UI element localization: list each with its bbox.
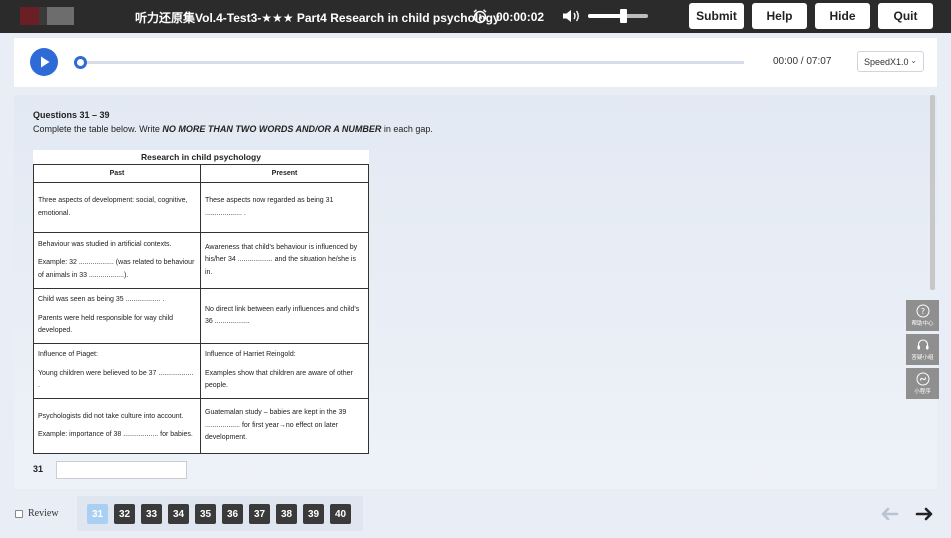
mini-program-button[interactable]: 小程序 — [906, 368, 939, 399]
volume-slider[interactable] — [588, 14, 648, 18]
question-nav-31[interactable]: 31 — [87, 504, 108, 524]
question-heading: Questions 31 – 39 — [33, 110, 110, 120]
audio-seek-handle[interactable] — [74, 56, 87, 69]
review-checkbox[interactable] — [15, 510, 23, 518]
table-title: Research in child psychology — [141, 152, 261, 162]
table-cell-past: Influence of Piaget: Young children were … — [33, 343, 201, 399]
bottom-bar: Review 31 32 33 34 35 36 37 38 39 40 — [0, 491, 951, 538]
top-bar: 听力还原集Vol.4-Test3-★★★ Part4 Research in c… — [0, 0, 951, 33]
table-cell-present: Influence of Harriet Reingold: Examples s… — [200, 343, 369, 399]
question-nav-40[interactable]: 40 — [330, 504, 351, 524]
previous-arrow-icon[interactable] — [878, 502, 902, 526]
svg-text:?: ? — [920, 307, 924, 316]
volume-slider-handle[interactable] — [620, 9, 627, 23]
question-icon: ? — [916, 304, 929, 318]
question-nav-34[interactable]: 34 — [168, 504, 189, 524]
quit-button[interactable]: Quit — [878, 3, 933, 29]
speed-value: SpeedX1.0 — [864, 57, 909, 67]
logo — [20, 7, 74, 25]
play-icon — [41, 56, 50, 68]
table-cell-present: Awareness that child's behaviour is infl… — [200, 232, 369, 289]
question-nav-39[interactable]: 39 — [303, 504, 324, 524]
submit-button[interactable]: Submit — [689, 3, 744, 29]
audio-player: 00:00 / 07:07 SpeedX1.0 ⌄ — [14, 38, 937, 87]
question-nav-37[interactable]: 37 — [249, 504, 270, 524]
answer-label: 31 — [33, 464, 44, 474]
help-center-button[interactable]: ? 帮助中心 — [906, 300, 939, 331]
chevron-down-icon: ⌄ — [910, 56, 917, 65]
audio-seek-bar[interactable] — [80, 61, 744, 64]
hide-button[interactable]: Hide — [815, 3, 870, 29]
question-nav-35[interactable]: 35 — [195, 504, 216, 524]
table-cell-present: These aspects now regarded as being 31 .… — [200, 182, 369, 233]
answer-input-31[interactable] — [56, 461, 187, 479]
support-group-button[interactable]: 答疑小组 — [906, 334, 939, 365]
help-button[interactable]: Help — [752, 3, 807, 29]
table-row: Influence of Piaget: Young children were … — [33, 343, 369, 399]
mini-program-icon — [916, 372, 929, 386]
question-nav-32[interactable]: 32 — [114, 504, 135, 524]
table-row: Three aspects of development: social, co… — [33, 182, 369, 233]
next-arrow-icon[interactable] — [912, 502, 936, 526]
volume-icon[interactable] — [561, 8, 581, 24]
table-cell-past: Three aspects of development: social, co… — [33, 182, 201, 233]
question-nav-36[interactable]: 36 — [222, 504, 243, 524]
audio-time: 00:00 / 07:07 — [773, 56, 832, 67]
question-nav-38[interactable]: 38 — [276, 504, 297, 524]
speed-select[interactable]: SpeedX1.0 ⌄ — [857, 51, 924, 72]
notes-table: Research in child psychology Past Presen… — [33, 150, 369, 454]
headset-icon — [917, 339, 928, 350]
volume-slider-fill — [588, 14, 621, 18]
question-instruction: Complete the table below. Write NO MORE … — [33, 124, 433, 134]
question-panel: Questions 31 – 39 Complete the table bel… — [14, 95, 937, 489]
scrollbar[interactable] — [930, 95, 935, 290]
question-nav-33[interactable]: 33 — [141, 504, 162, 524]
table-cell-past: Child was seen as being 35 .............… — [33, 288, 201, 344]
table-row: Behaviour was studied in artificial cont… — [33, 232, 369, 289]
mini-program-label: 小程序 — [914, 389, 931, 395]
table-row: Psychologists did not take culture into … — [33, 398, 369, 454]
question-navigator: 31 32 33 34 35 36 37 38 39 40 — [77, 496, 363, 531]
help-center-label: 帮助中心 — [911, 321, 934, 327]
table-cell-past: Behaviour was studied in artificial cont… — [33, 232, 201, 289]
review-label: Review — [28, 508, 59, 519]
table-row: Child was seen as being 35 .............… — [33, 288, 369, 344]
table-header-present: Present — [200, 164, 369, 183]
page-title: 听力还原集Vol.4-Test3-★★★ Part4 Research in c… — [135, 11, 500, 25]
countdown-timer: 00:00:02 — [496, 10, 545, 24]
support-group-label: 答疑小组 — [911, 355, 934, 361]
table-cell-present: Guatemalan study – babies are kept in th… — [200, 398, 369, 454]
play-button[interactable] — [30, 48, 58, 76]
alarm-clock-icon — [473, 9, 487, 24]
table-cell-past: Psychologists did not take culture into … — [33, 398, 201, 454]
table-cell-present: No direct link between early influences … — [200, 288, 369, 344]
table-header-past: Past — [33, 164, 201, 183]
